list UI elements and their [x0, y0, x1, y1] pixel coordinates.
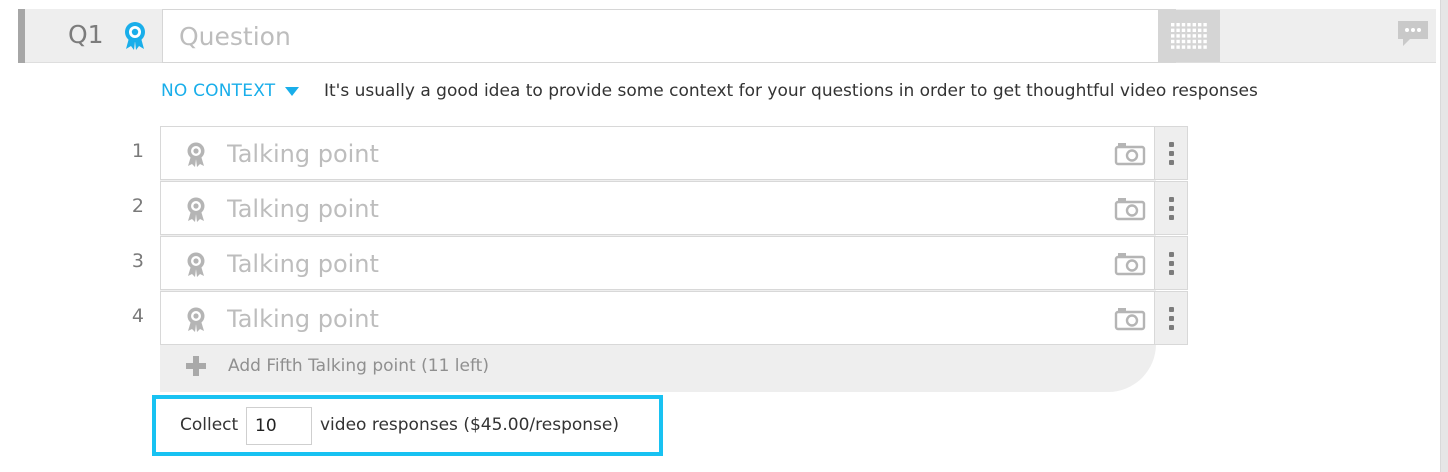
- row-menu-handle[interactable]: [1155, 236, 1188, 290]
- add-talking-point-label: Add Fifth Talking point (11 left): [228, 356, 489, 376]
- context-dropdown-label: NO CONTEXT: [161, 81, 276, 101]
- plus-icon: [186, 356, 206, 376]
- speech-bubble-icon[interactable]: [1396, 17, 1430, 51]
- talking-point-input[interactable]: [227, 191, 1087, 227]
- collect-responses-box: Collect video responses ($45.00/response…: [152, 395, 663, 456]
- talking-point-number: 2: [131, 195, 144, 217]
- collect-label: Collect: [180, 415, 239, 435]
- camera-icon[interactable]: [1114, 307, 1146, 331]
- collect-price-text: video responses ($45.00/response): [320, 415, 620, 435]
- row-menu-handle[interactable]: [1155, 126, 1188, 180]
- talking-point-input[interactable]: [227, 301, 1087, 337]
- context-dropdown[interactable]: NO CONTEXT: [161, 81, 300, 101]
- award-ribbon-icon[interactable]: [122, 21, 148, 51]
- response-count-input[interactable]: [246, 407, 312, 445]
- talking-point-number: 4: [131, 305, 144, 327]
- award-ribbon-icon[interactable]: [185, 197, 207, 223]
- talking-point-row: 4: [132, 291, 1188, 345]
- keypad-grid-icon: [1171, 23, 1207, 49]
- talking-point-field: [160, 126, 1155, 180]
- question-accent-bar: [18, 9, 25, 63]
- award-ribbon-icon[interactable]: [185, 252, 207, 278]
- row-menu-handle[interactable]: [1155, 181, 1188, 235]
- talking-point-input[interactable]: [227, 246, 1087, 282]
- question-number: Q1: [68, 20, 104, 49]
- talking-point-input[interactable]: [227, 136, 1087, 172]
- context-hint-text: It's usually a good idea to provide some…: [324, 81, 1258, 101]
- right-scroll-rail: [1440, 0, 1448, 472]
- talking-point-field: [160, 181, 1155, 235]
- award-ribbon-icon[interactable]: [185, 142, 207, 168]
- caret-down-icon: [285, 86, 300, 96]
- award-ribbon-icon[interactable]: [185, 307, 207, 333]
- talking-point-number: 1: [131, 140, 144, 162]
- talking-point-field: [160, 291, 1155, 345]
- question-row: Q1: [18, 9, 1436, 63]
- talking-point-row: 1: [132, 126, 1188, 180]
- talking-point-row: 2: [132, 181, 1188, 235]
- talking-point-row: 3: [132, 236, 1188, 290]
- add-talking-point-button[interactable]: Add Fifth Talking point (11 left): [186, 356, 489, 376]
- camera-icon[interactable]: [1114, 252, 1146, 276]
- camera-icon[interactable]: [1114, 142, 1146, 166]
- row-menu-handle[interactable]: [1155, 291, 1188, 345]
- camera-icon[interactable]: [1114, 197, 1146, 221]
- question-input[interactable]: [162, 9, 1176, 63]
- talking-point-number: 3: [131, 250, 144, 272]
- keypad-grid-button[interactable]: [1158, 10, 1220, 62]
- talking-point-field: [160, 236, 1155, 290]
